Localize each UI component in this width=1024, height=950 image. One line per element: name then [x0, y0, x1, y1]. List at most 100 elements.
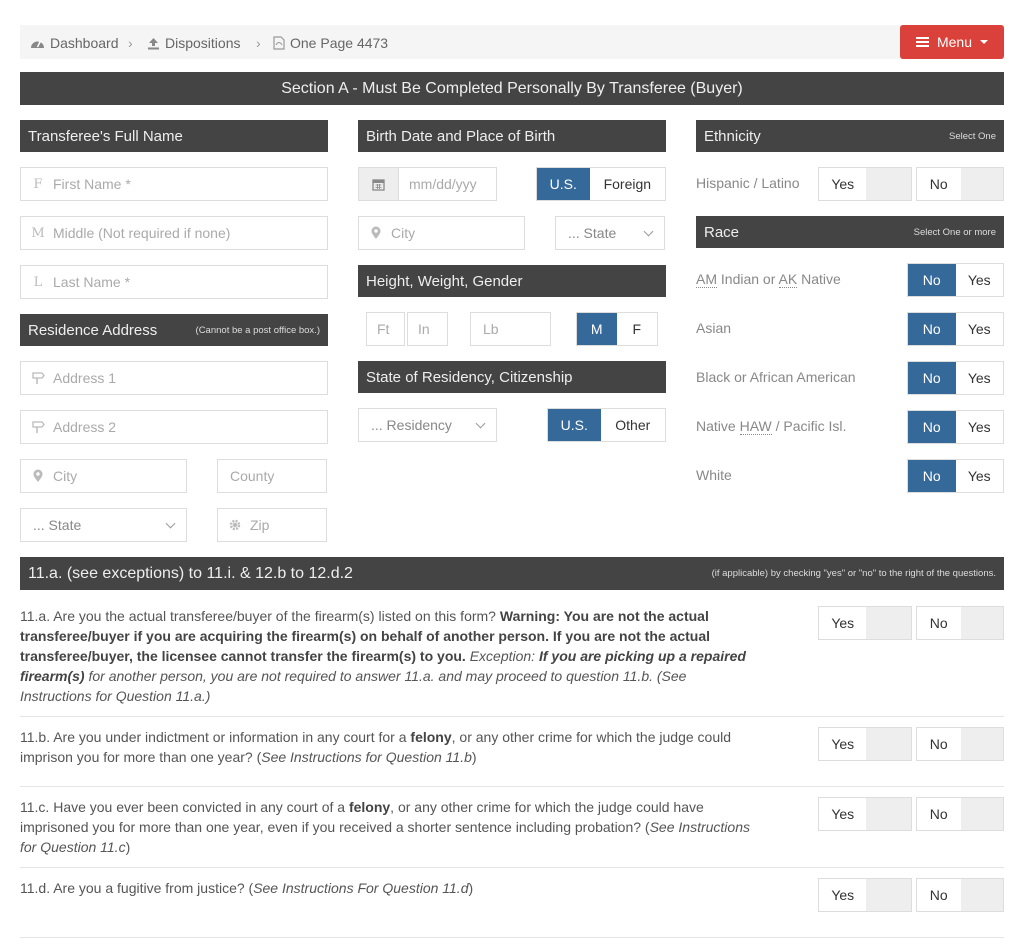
birth-foreign-option[interactable]: Foreign: [589, 168, 665, 200]
weight-input[interactable]: Lb: [470, 312, 551, 346]
birth-city-input[interactable]: City: [358, 216, 525, 250]
q11a-no-indicator: [960, 607, 1003, 639]
height-feet-input[interactable]: Ft: [366, 312, 405, 346]
q11c-no-indicator: [960, 798, 1003, 830]
gender-toggle: M F: [576, 312, 658, 346]
race-am-indian-toggle: No Yes: [907, 263, 1004, 297]
question-11c: 11.c. Have you ever been convicted in an…: [20, 799, 750, 855]
dashboard-icon: [31, 40, 44, 48]
hispanic-yes-option[interactable]: Yes: [819, 168, 867, 200]
first-letter-icon: F: [33, 176, 43, 192]
race-native-haw-yes[interactable]: Yes: [955, 411, 1003, 443]
q11a-yes-toggle[interactable]: Yes: [818, 606, 912, 640]
first-name-input[interactable]: F First Name *: [20, 167, 328, 201]
q11d-yes-option[interactable]: Yes: [819, 879, 867, 911]
gender-male-option[interactable]: M: [577, 313, 617, 345]
race-white-toggle: No Yes: [907, 459, 1004, 493]
q11c-yes-option[interactable]: Yes: [819, 798, 867, 830]
height-inches-input[interactable]: In: [407, 312, 448, 346]
q11a-no-option[interactable]: No: [917, 607, 961, 639]
hwg-header: Height, Weight, Gender: [358, 265, 666, 297]
ethnicity-header: Ethnicity Select One: [696, 120, 1004, 152]
caret-down-icon: [980, 40, 989, 44]
race-asian-yes[interactable]: Yes: [955, 313, 1003, 345]
birth-date-input[interactable]: mm/dd/yyy: [358, 167, 497, 201]
questions-title: 11.a. (see exceptions) to 11.i. & 12.b t…: [28, 564, 353, 582]
residency-select[interactable]: ... Residency: [358, 408, 497, 442]
residence-state-value: ... State: [33, 517, 82, 533]
race-native-haw-no[interactable]: No: [908, 411, 956, 443]
divider: [20, 937, 1004, 938]
address2-input[interactable]: Address 2: [20, 410, 328, 444]
last-letter-icon: L: [33, 274, 43, 290]
birth-header: Birth Date and Place of Birth: [358, 120, 666, 152]
zip-input[interactable]: Zip: [217, 508, 327, 542]
hispanic-yes-toggle[interactable]: Yes: [818, 167, 912, 201]
middle-letter-icon: M: [31, 225, 45, 241]
middle-name-input[interactable]: M Middle (Not required if none): [20, 216, 328, 250]
race-white-no[interactable]: No: [908, 460, 956, 492]
q11b-yes-indicator: [866, 728, 911, 760]
race-note: Select One or more: [913, 226, 996, 238]
breadcrumb-dispositions[interactable]: Dispositions: [147, 35, 240, 51]
race-black-yes[interactable]: Yes: [955, 362, 1003, 394]
residence-city-input[interactable]: City: [20, 459, 187, 493]
weight-placeholder: Lb: [483, 321, 499, 337]
residency-header: State of Residency, Citizenship: [358, 361, 666, 393]
q11c-no-toggle[interactable]: No: [916, 797, 1004, 831]
residence-state-select[interactable]: ... State: [20, 508, 187, 542]
q11d-no-toggle[interactable]: No: [916, 878, 1004, 912]
divider: [20, 786, 1004, 787]
q11a-no-toggle[interactable]: No: [916, 606, 1004, 640]
middle-name-placeholder: Middle (Not required if none): [53, 225, 231, 241]
first-name-placeholder: First Name *: [53, 176, 131, 192]
hispanic-no-option[interactable]: No: [917, 168, 961, 200]
address1-input[interactable]: Address 1: [20, 361, 328, 395]
gender-female-option[interactable]: F: [616, 313, 657, 345]
q11c-yes-indicator: [866, 798, 911, 830]
q11c-no-option[interactable]: No: [917, 798, 961, 830]
map-marker-icon: [371, 226, 381, 239]
race-label-black: Black or African American: [696, 369, 856, 385]
breadcrumb-dashboard[interactable]: Dashboard: [30, 35, 119, 51]
q11b-yes-toggle[interactable]: Yes: [818, 727, 912, 761]
race-am-indian-no[interactable]: No: [908, 264, 956, 296]
hispanic-no-toggle[interactable]: No: [916, 167, 1004, 201]
race-black-no[interactable]: No: [908, 362, 956, 394]
q11d-no-option[interactable]: No: [917, 879, 961, 911]
county-input[interactable]: County: [217, 459, 327, 493]
question-11d: 11.d. Are you a fugitive from justice? (…: [20, 880, 474, 896]
q11b-yes-option[interactable]: Yes: [819, 728, 867, 760]
q11b-no-option[interactable]: No: [917, 728, 961, 760]
upload-icon: [148, 37, 159, 49]
q11b-no-toggle[interactable]: No: [916, 727, 1004, 761]
citizenship-other-option[interactable]: Other: [600, 409, 665, 441]
height-inches-placeholder: In: [418, 321, 430, 337]
race-asian-no[interactable]: No: [908, 313, 956, 345]
full-name-title: Transferee's Full Name: [28, 127, 183, 145]
birth-date-placeholder: mm/dd/yyy: [409, 176, 477, 192]
menu-button[interactable]: Menu: [900, 25, 1004, 59]
hwg-title: Height, Weight, Gender: [366, 272, 523, 290]
birth-state-select[interactable]: ... State: [555, 216, 665, 250]
chevron-down-icon: [643, 226, 654, 236]
hispanic-label: Hispanic / Latino: [696, 175, 800, 191]
last-name-input[interactable]: L Last Name *: [20, 265, 328, 299]
race-white-yes[interactable]: Yes: [955, 460, 1003, 492]
birth-us-option[interactable]: U.S.: [537, 168, 590, 200]
q11a-yes-option[interactable]: Yes: [819, 607, 867, 639]
residence-city-placeholder: City: [53, 468, 78, 484]
calendar-addon: [359, 168, 399, 200]
breadcrumb-current-page: One Page 4473: [273, 35, 388, 51]
residence-header: Residence Address (Cannot be a post offi…: [20, 314, 328, 346]
birth-city-placeholder: City: [391, 225, 416, 241]
citizenship-us-option[interactable]: U.S.: [548, 409, 601, 441]
q11c-yes-toggle[interactable]: Yes: [818, 797, 912, 831]
q11a-yes-indicator: [866, 607, 911, 639]
county-placeholder: County: [230, 468, 275, 484]
race-am-indian-yes[interactable]: Yes: [955, 264, 1003, 296]
ethnicity-note: Select One: [949, 130, 996, 142]
birth-state-value: ... State: [568, 225, 617, 241]
question-11b: 11.b. Are you under indictment or inform…: [20, 729, 732, 765]
q11d-yes-toggle[interactable]: Yes: [818, 878, 912, 912]
